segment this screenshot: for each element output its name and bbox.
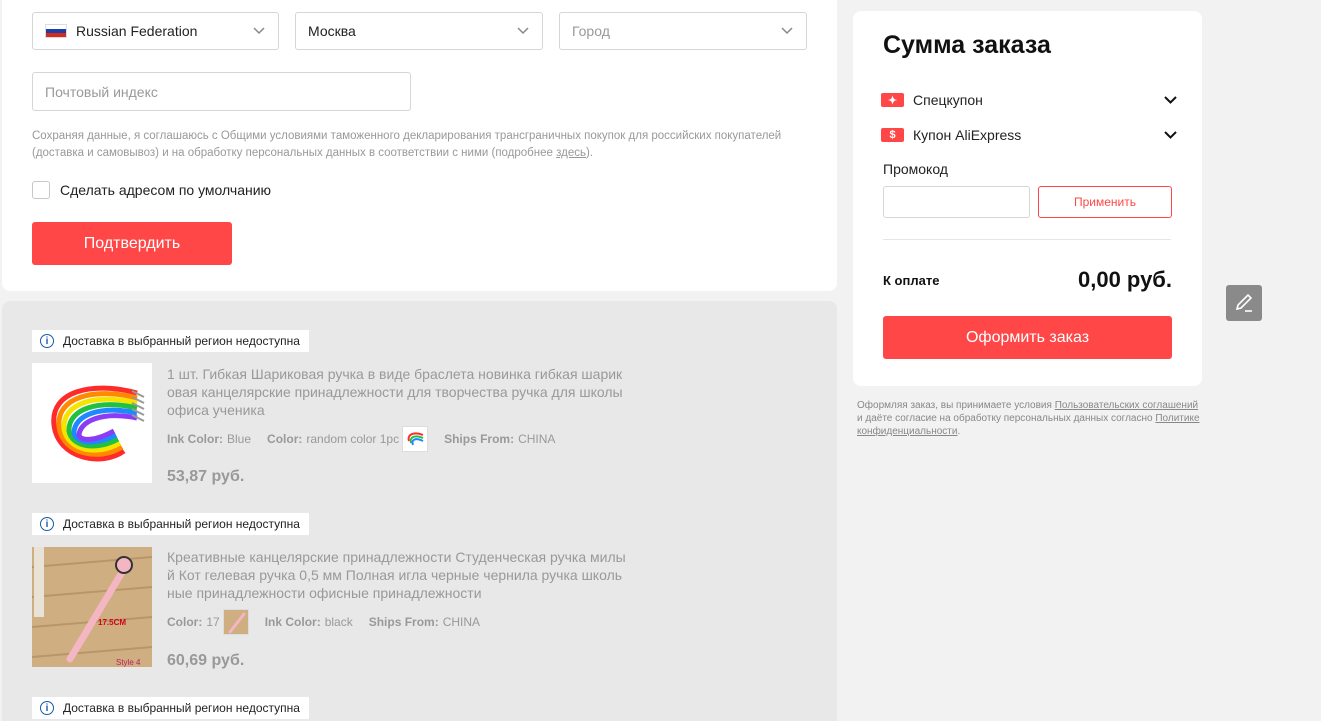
attr-color: Color: 17 — [167, 609, 249, 635]
checkout-terms: Оформляя заказ, вы принимаете условия По… — [857, 400, 1200, 437]
variant-thumbnail — [402, 426, 429, 452]
edit-pencil-button[interactable] — [1226, 285, 1262, 321]
promo-code-label: Промокод — [883, 161, 948, 177]
details-link[interactable]: здесь — [556, 147, 586, 159]
product-title[interactable]: 1 шт. Гибкая Шариковая ручка в виде брас… — [167, 365, 629, 419]
aliexpress-coupon-row[interactable]: $ Купон AliExpress — [881, 127, 1177, 143]
russia-flag-icon — [45, 24, 67, 38]
special-coupon-icon: ✦ — [881, 93, 904, 107]
attr-color: Color: random color 1pc — [267, 426, 429, 452]
attr-ink-color: Ink Color: Blue — [167, 432, 252, 446]
default-address-row[interactable]: Сделать адресом по умолчанию — [32, 181, 271, 199]
apply-promo-button[interactable]: Применить — [1038, 186, 1172, 218]
chevron-down-icon — [780, 24, 794, 38]
city-placeholder: Город — [572, 23, 610, 39]
info-icon: i — [40, 701, 54, 715]
total-label: К оплате — [883, 273, 940, 288]
info-icon: i — [40, 517, 54, 531]
attr-ships-from: Ships From: CHINA — [368, 615, 481, 629]
variant-thumbnail — [222, 609, 249, 635]
promo-code-input[interactable] — [883, 186, 1030, 218]
aliexpress-coupon-icon: $ — [881, 128, 904, 142]
city-select[interactable]: Город — [559, 12, 807, 50]
aliexpress-coupon-label: Купон AliExpress — [913, 127, 1022, 143]
product-attributes: Ink Color: Blue Color: random color 1pc Sh… — [167, 426, 571, 452]
photo-style-caption: Style 4 — [116, 658, 141, 667]
default-address-label: Сделать адресом по умолчанию — [60, 182, 272, 198]
special-coupon-row[interactable]: ✦ Спецкупон — [881, 92, 1177, 108]
chevron-down-icon — [516, 24, 530, 38]
product-attributes: Color: 17 Ink Color: black Ships From: CHIN… — [167, 609, 496, 635]
product-image[interactable] — [32, 363, 152, 483]
pencil-icon — [1235, 293, 1253, 312]
summary-title: Сумма заказа — [883, 31, 1051, 59]
region-value: Москва — [308, 23, 356, 39]
special-coupon-label: Спецкупон — [913, 92, 983, 108]
region-select[interactable]: Москва — [295, 12, 543, 50]
delivery-unavailable-badge: i Доставка в выбранный регион недоступна — [32, 513, 309, 535]
order-summary-card: Сумма заказа ✦ Спецкупон $ Купон AliExpr… — [853, 11, 1202, 386]
customs-consent-notice: Сохраняя данные, я соглашаюсь с Общими у… — [32, 130, 782, 159]
confirm-address-button[interactable]: Подтвердить — [32, 222, 232, 265]
info-icon: i — [40, 334, 54, 348]
user-agreements-link[interactable]: Пользовательских соглашений — [1055, 400, 1198, 411]
product-title[interactable]: Креативные канцелярские принадлежности С… — [167, 548, 629, 602]
product-image[interactable]: 17.5CM Style 4 — [32, 547, 152, 667]
checkout-button[interactable]: Оформить заказ — [883, 316, 1172, 359]
attr-ink-color: Ink Color: black — [264, 615, 353, 629]
chevron-down-icon[interactable] — [1163, 128, 1177, 142]
photo-size-label: 17.5CM — [98, 618, 126, 627]
postal-code-input[interactable] — [32, 72, 411, 111]
attr-ships-from: Ships From: CHINA — [444, 432, 556, 446]
chevron-down-icon[interactable] — [1163, 93, 1177, 107]
product-price: 60,69 руб. — [167, 652, 245, 669]
default-address-checkbox[interactable] — [32, 181, 50, 199]
total-value: 0,00 руб. — [1077, 267, 1172, 292]
summary-divider — [883, 239, 1171, 240]
country-value: Russian Federation — [76, 23, 198, 39]
delivery-unavailable-badge: i Доставка в выбранный регион недоступна — [32, 330, 309, 352]
country-select[interactable]: Russian Federation — [32, 12, 279, 50]
product-price: 53,87 руб. — [167, 468, 245, 485]
chevron-down-icon — [252, 24, 266, 38]
